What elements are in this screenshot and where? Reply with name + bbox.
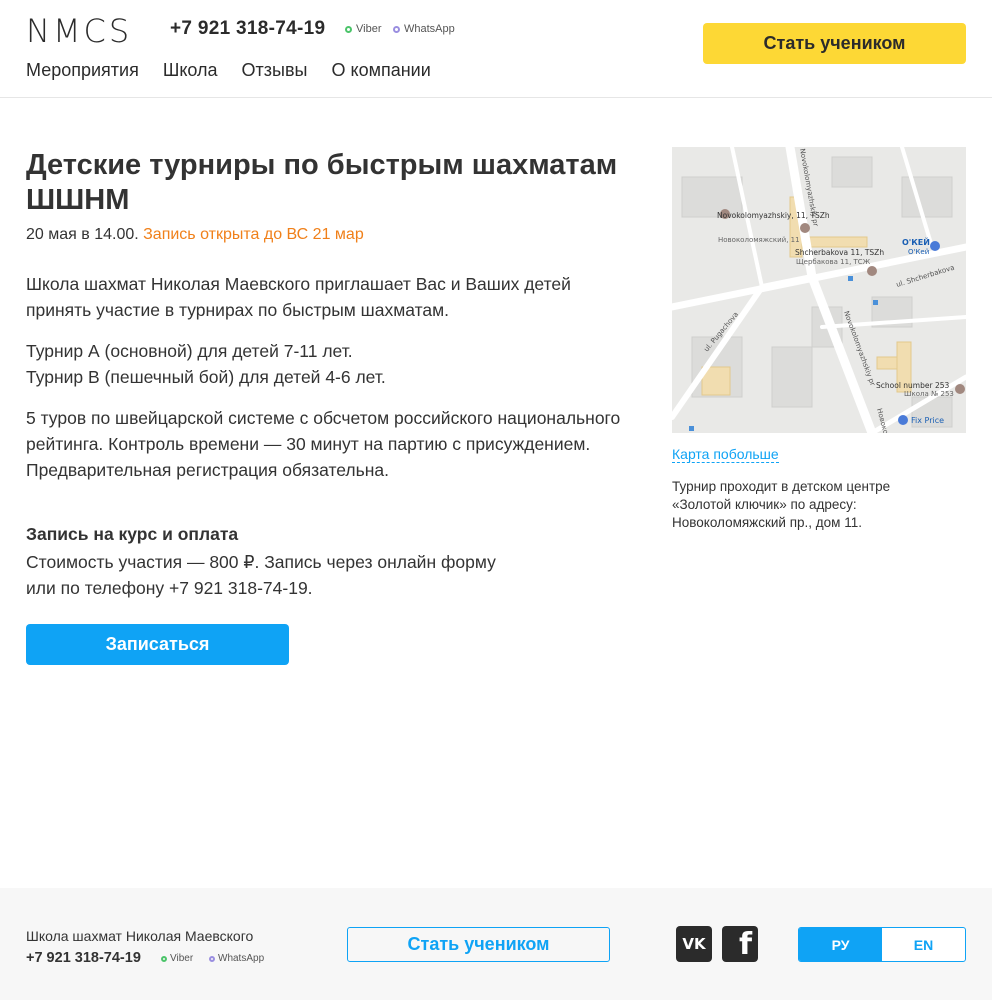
footer-phone[interactable]: +7 921 318-74-19	[26, 950, 141, 966]
site-header: NMCS +7 921 318-74-19 Viber WhatsApp Ста…	[0, 0, 992, 98]
map-poi-label: Novokolomyazhskiy, 11, TSZh	[717, 211, 830, 220]
viber-label: Viber	[356, 23, 382, 35]
map-canvas: Novokolomyazhskiy pr ul. Shcherbakova ul…	[672, 147, 966, 433]
map-pin-icon	[800, 223, 810, 233]
footer-viber-label: Viber	[170, 953, 194, 964]
event-date: 20 мая в 14.00.	[26, 226, 139, 243]
event-dateline: 20 мая в 14.00. Запись открыта до ВС 21 …	[26, 226, 364, 244]
map-pin-icon	[867, 266, 877, 276]
whatsapp-dot-icon	[393, 25, 400, 33]
map-pin-icon	[930, 241, 940, 251]
map-poi-label: School number 253	[876, 381, 949, 390]
nav-item-events[interactable]: Мероприятия	[26, 60, 139, 81]
signup-button[interactable]: Записаться	[26, 624, 289, 665]
map-poi-label: Новоколомяжский, 11	[718, 236, 800, 244]
tournament-a: Турнир А (основной) для детей 7-11 лет.	[26, 341, 353, 361]
signup-price-line: Стоимость участия — 800 ₽. Запись через …	[26, 552, 496, 572]
event-format: 5 туров по швейцарской системе с обсчето…	[26, 408, 621, 480]
signup-phone-line: или по телефону +7 921 318-74-19.	[26, 578, 313, 598]
map-pin-icon	[898, 415, 908, 425]
nav-item-about[interactable]: О компании	[331, 60, 430, 81]
tournament-b: Турнир В (пешечный бой) для детей 4-6 ле…	[26, 367, 386, 387]
footer-viber-link[interactable]: Viber	[161, 953, 193, 964]
footer-whatsapp-link[interactable]: WhatsApp	[209, 953, 264, 964]
signup-info: Стоимость участия — 800 ₽. Запись через …	[26, 549, 636, 601]
event-intro: Школа шахмат Николая Маевского приглашае…	[26, 274, 571, 320]
facebook-icon[interactable]: f	[722, 926, 758, 962]
whatsapp-label: WhatsApp	[404, 23, 455, 35]
map-poi-label: О'Кей	[908, 248, 929, 256]
whatsapp-link[interactable]: WhatsApp	[393, 23, 455, 35]
viber-link[interactable]: Viber	[345, 23, 381, 35]
tournament-list: Турнир А (основной) для детей 7-11 лет. …	[26, 338, 636, 390]
logo[interactable]: NMCS	[26, 12, 132, 50]
vk-icon[interactable]: VK	[676, 926, 712, 962]
site-footer: Школа шахмат Николая Маевского +7 921 31…	[0, 888, 992, 1000]
map-poi-label: Fix Price	[911, 416, 944, 425]
main-nav: Мероприятия Школа Отзывы О компании	[26, 60, 431, 81]
page-title: Детские турниры по быстрым шахматам ШШНМ	[26, 149, 618, 216]
language-switcher: РУ EN	[798, 927, 966, 962]
lang-ru[interactable]: РУ	[799, 928, 882, 961]
registration-status: Запись открыта до ВС 21 мар	[143, 226, 364, 243]
map[interactable]: Novokolomyazhskiy pr ul. Shcherbakova ul…	[672, 147, 966, 433]
map-poi-label: O'КЕЙ	[902, 236, 930, 247]
footer-school-name: Школа шахмат Николая Маевского	[26, 928, 254, 944]
lang-en[interactable]: EN	[882, 928, 965, 961]
venue-caption: Турнир проходит в детском центре «Золото…	[672, 479, 891, 530]
header-phone[interactable]: +7 921 318-74-19	[170, 18, 325, 40]
whatsapp-dot-icon	[209, 955, 215, 962]
footer-become-student-button[interactable]: Стать учеником	[347, 927, 610, 962]
map-poi-label: Shcherbakova 11, TSZh	[795, 248, 884, 257]
map-poi-label: Школа № 253	[904, 390, 954, 398]
become-student-button[interactable]: Стать учеником	[703, 23, 966, 64]
footer-whatsapp-label: WhatsApp	[218, 953, 265, 964]
nav-item-reviews[interactable]: Отзывы	[242, 60, 308, 81]
nav-item-school[interactable]: Школа	[163, 60, 218, 81]
bigger-map-link[interactable]: Карта побольше	[672, 446, 779, 463]
signup-heading: Запись на курс и оплата	[26, 524, 239, 544]
map-poi-label: Щербакова 11, ТСЖ	[796, 258, 871, 266]
map-pin-icon	[955, 384, 965, 394]
viber-dot-icon	[345, 25, 352, 33]
viber-dot-icon	[161, 955, 167, 962]
